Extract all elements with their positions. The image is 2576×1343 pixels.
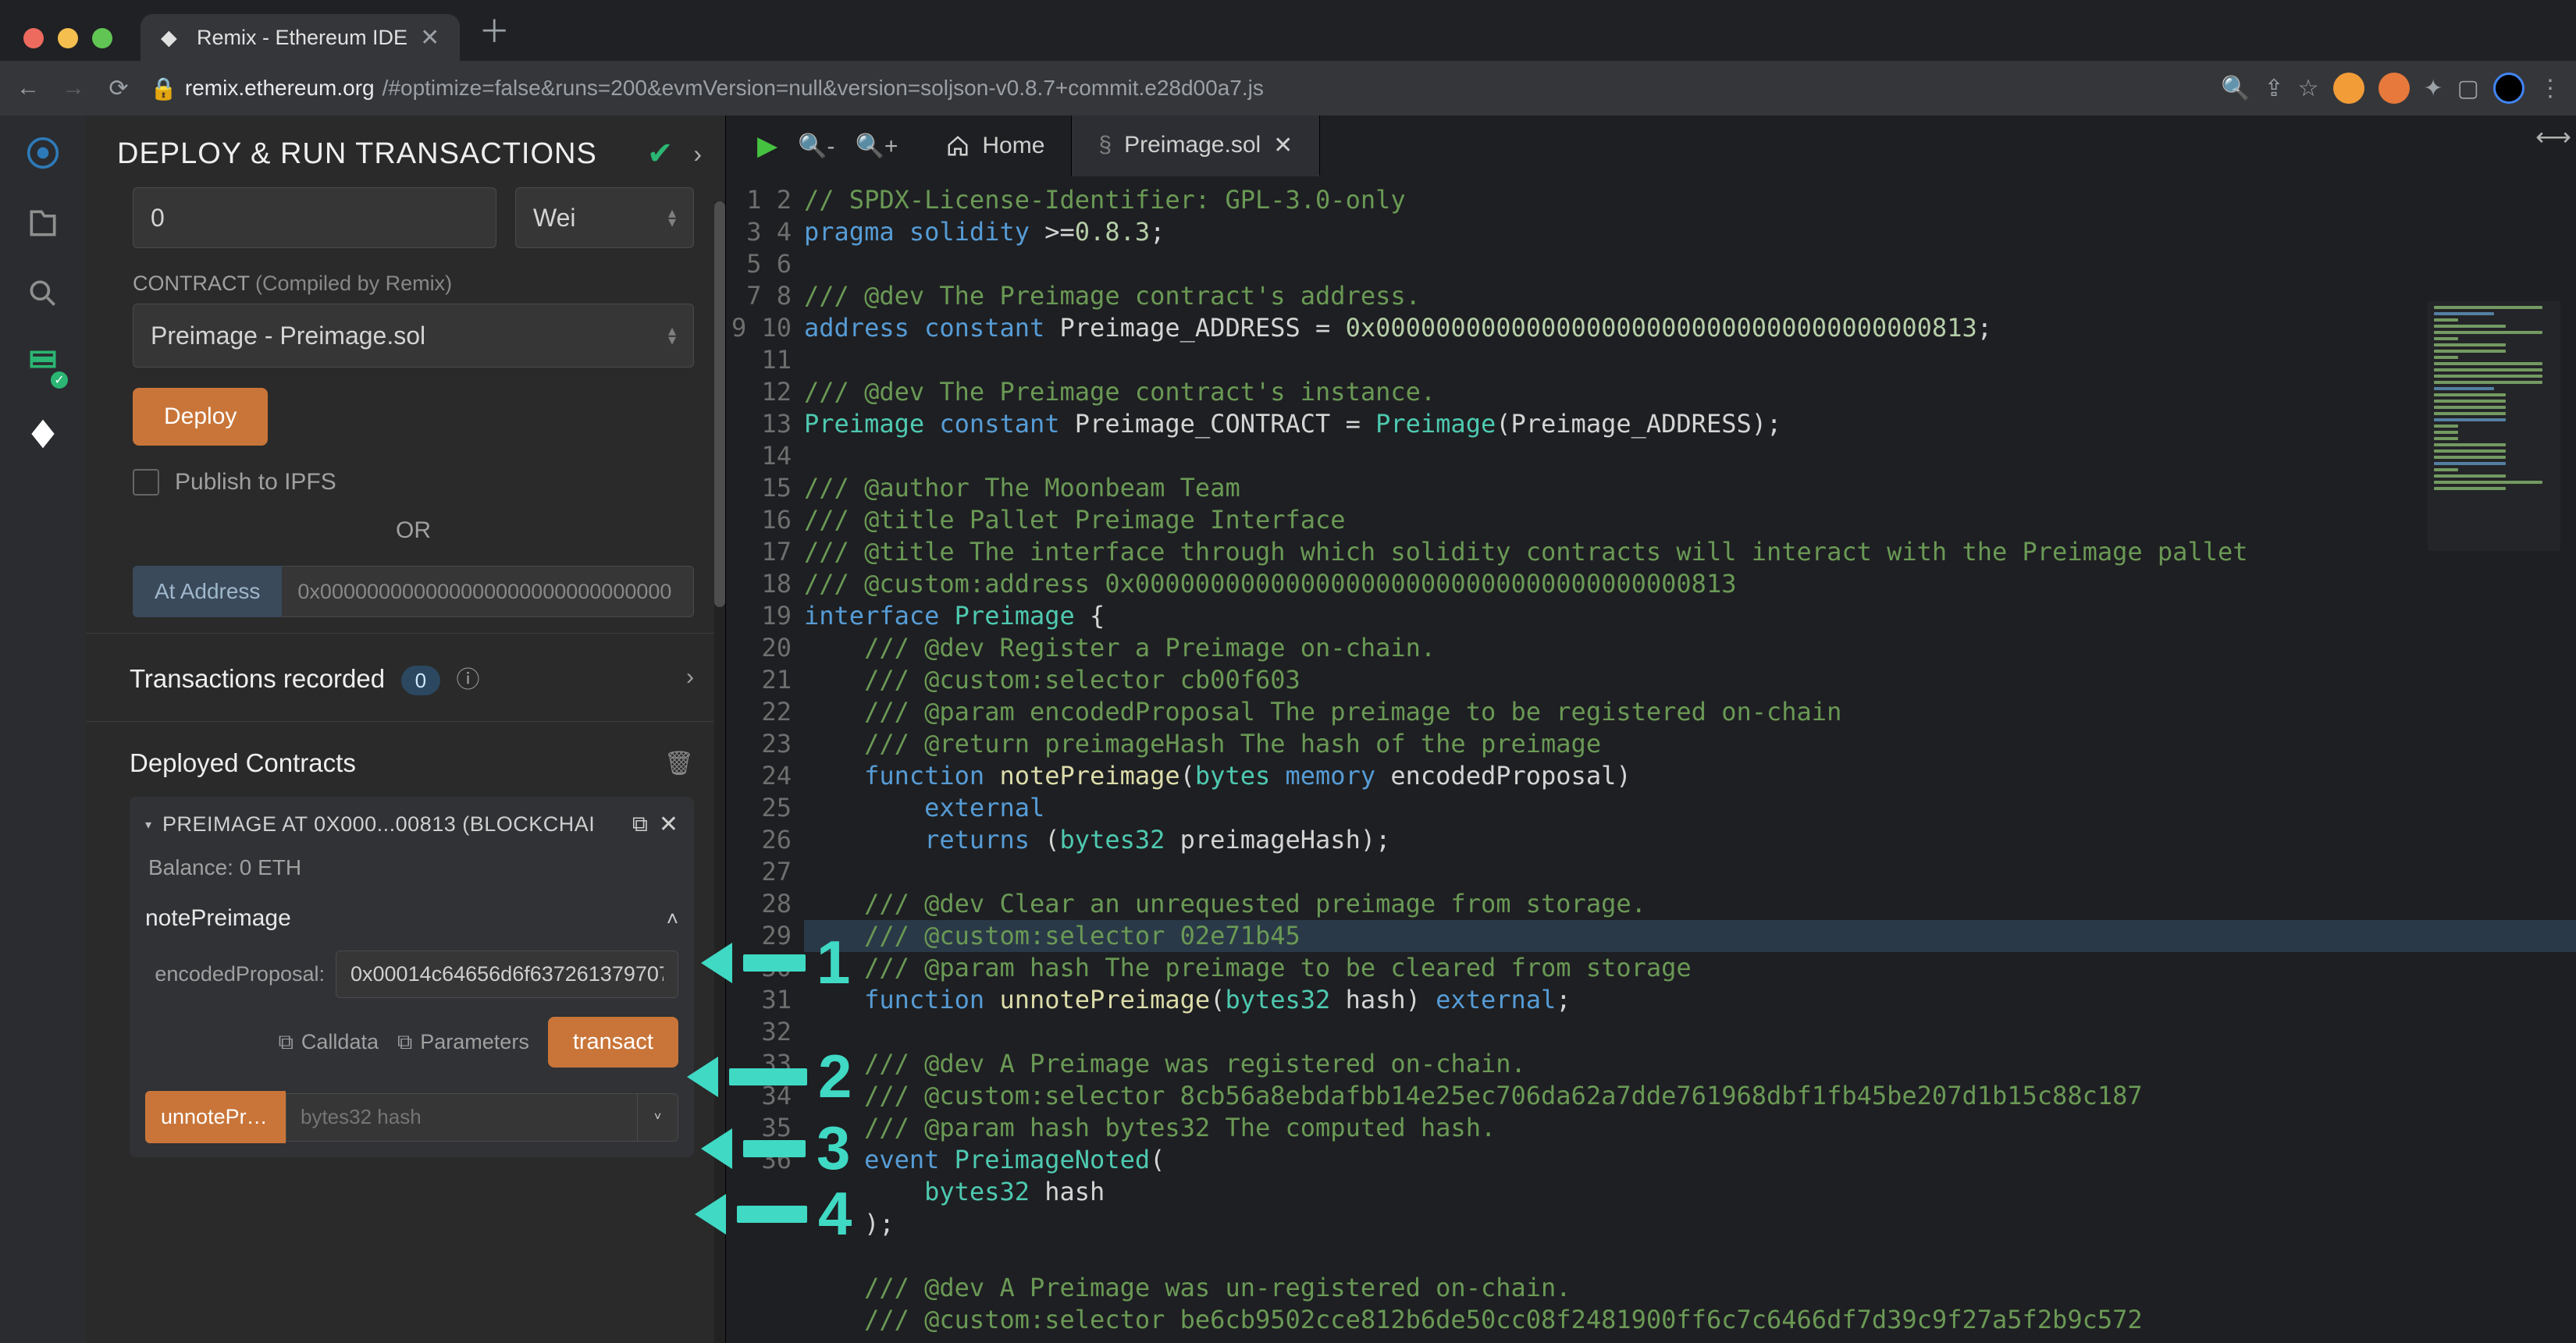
- minimize-window-icon[interactable]: [58, 28, 78, 48]
- maximize-window-icon[interactable]: [92, 28, 112, 48]
- contract-name: PREIMAGE AT 0X000...00813 (BLOCKCHAI: [162, 812, 621, 837]
- tx-count-badge: 0: [401, 666, 440, 695]
- zoom-icon[interactable]: 🔍: [2221, 75, 2250, 102]
- trash-icon[interactable]: 🗑: [664, 750, 694, 777]
- copy-icon[interactable]: ⧉: [632, 812, 648, 837]
- chevron-down-icon[interactable]: ▾: [145, 817, 151, 833]
- window-controls: [8, 28, 128, 61]
- annotation-3: 3: [701, 1113, 850, 1184]
- balance-label: Balance: 0 ETH: [145, 838, 678, 885]
- contract-selected: Preimage - Preimage.sol: [151, 322, 425, 350]
- param-input[interactable]: [336, 950, 678, 998]
- tab-file-label: Preimage.sol: [1124, 132, 1261, 158]
- play-icon[interactable]: ▶: [757, 130, 777, 162]
- transactions-section: Transactions recorded 0 ⓘ ›: [86, 633, 725, 721]
- remix-logo-icon[interactable]: [20, 130, 66, 176]
- publish-label: Publish to IPFS: [175, 469, 336, 496]
- browser-tab-strip: ◆ Remix - Ethereum IDE ✕ ＋: [0, 0, 2576, 61]
- tab-home[interactable]: Home: [920, 115, 1072, 176]
- check-icon: ✔: [647, 136, 674, 172]
- unnote-button[interactable]: unnotePrei...: [145, 1091, 286, 1143]
- zoom-in-icon[interactable]: 🔍+: [856, 133, 898, 160]
- tab-title: Remix - Ethereum IDE: [197, 26, 407, 50]
- url-host: remix.ethereum.org: [185, 76, 375, 101]
- code-area[interactable]: // SPDX-License-Identifier: GPL-3.0-only…: [804, 176, 2576, 1343]
- file-explorer-icon[interactable]: [20, 200, 66, 247]
- unnote-input[interactable]: [286, 1093, 638, 1142]
- deployed-label: Deployed Contracts: [130, 748, 356, 778]
- caret-icon: ▴▾: [668, 208, 676, 227]
- forward-button: →: [59, 75, 87, 101]
- activity-bar: ✓: [0, 115, 86, 1343]
- profile-icon[interactable]: [2493, 73, 2524, 104]
- or-divider: OR: [133, 517, 694, 544]
- annotation-4: 4: [695, 1178, 852, 1249]
- solidity-icon: §: [1098, 132, 1112, 158]
- chevron-down-icon[interactable]: ˅: [638, 1093, 678, 1142]
- at-address-button[interactable]: At Address: [133, 566, 282, 617]
- editor-toolbar: ▶ 🔍- 🔍+: [735, 115, 920, 176]
- compiler-icon[interactable]: ✓: [20, 340, 66, 387]
- ext1-icon[interactable]: [2333, 73, 2364, 104]
- share-icon[interactable]: ⇪: [2264, 75, 2283, 102]
- minimap[interactable]: [2428, 301, 2560, 551]
- caret-icon: ▴▾: [668, 326, 676, 345]
- back-button[interactable]: ←: [14, 75, 42, 101]
- info-icon[interactable]: ⓘ: [456, 667, 479, 693]
- deploy-icon[interactable]: [20, 410, 66, 457]
- value-input[interactable]: [133, 187, 496, 248]
- panel-title: DEPLOY & RUN TRANSACTIONS: [117, 137, 597, 171]
- unit-label: Wei: [533, 204, 576, 233]
- extensions-icon[interactable]: ✦: [2424, 75, 2443, 102]
- sidepanel-icon[interactable]: ▢: [2457, 75, 2479, 102]
- tab-file[interactable]: § Preimage.sol ✕: [1072, 115, 1320, 176]
- lock-icon: 🔒: [150, 76, 177, 101]
- close-tab-icon[interactable]: ✕: [420, 24, 439, 52]
- contract-select[interactable]: Preimage - Preimage.sol ▴▾: [133, 304, 694, 368]
- editor-pane: ▶ 🔍- 🔍+ Home § Preimage.sol ✕ 1 2 3 4 5 …: [726, 115, 2576, 1343]
- calldata-button[interactable]: ⧉Calldata: [279, 1030, 379, 1055]
- new-tab-button[interactable]: ＋: [460, 6, 528, 61]
- param-label: encodedProposal:: [145, 962, 325, 986]
- browser-toolbar: ← → ⟳ 🔒 remix.ethereum.org /#optimize=fal…: [0, 61, 2576, 115]
- editor-tabbar: ▶ 🔍- 🔍+ Home § Preimage.sol ✕: [726, 115, 2576, 176]
- tab-home-label: Home: [982, 133, 1044, 159]
- deploy-panel: DEPLOY & RUN TRANSACTIONS ✔ › Wei ▴▾ CON…: [86, 115, 726, 1343]
- copy-icon: ⧉: [279, 1030, 294, 1055]
- search-icon[interactable]: [20, 270, 66, 317]
- url-path: /#optimize=false&runs=200&evmVersion=nul…: [382, 76, 1264, 101]
- chevron-right-icon[interactable]: ›: [686, 664, 694, 691]
- contract-label: CONTRACT: [133, 272, 250, 295]
- address-bar[interactable]: 🔒 remix.ethereum.org /#optimize=false&run…: [150, 76, 2204, 101]
- annotation-1: 1: [701, 927, 850, 998]
- zoom-out-icon[interactable]: 🔍-: [798, 133, 834, 160]
- panel-expand-icon[interactable]: ›: [693, 140, 702, 169]
- browser-actions: 🔍 ⇪ ☆ ✦ ▢ ⋮: [2221, 73, 2562, 104]
- browser-tab[interactable]: ◆ Remix - Ethereum IDE ✕: [141, 14, 460, 61]
- at-address-input[interactable]: [282, 566, 694, 617]
- contract-card: ▾ PREIMAGE AT 0X000...00813 (BLOCKCHAI ⧉…: [130, 797, 694, 1157]
- tab-favicon-icon: ◆: [161, 26, 184, 49]
- bookmark-icon[interactable]: ☆: [2298, 75, 2319, 102]
- metamask-icon[interactable]: [2379, 73, 2410, 104]
- deploy-button[interactable]: Deploy: [133, 388, 268, 446]
- close-tab-icon[interactable]: ✕: [1273, 132, 1293, 159]
- close-icon[interactable]: ✕: [659, 811, 678, 838]
- chevron-up-icon[interactable]: ˄: [667, 907, 678, 931]
- tx-recorded-label: Transactions recorded: [130, 664, 385, 693]
- function-name: notePreimage: [145, 905, 291, 932]
- scrollbar-thumb[interactable]: [714, 201, 725, 607]
- transact-button[interactable]: transact: [548, 1017, 678, 1068]
- expand-icon[interactable]: ⟷: [2535, 122, 2571, 151]
- reload-button[interactable]: ⟳: [105, 75, 133, 102]
- unit-select[interactable]: Wei ▴▾: [515, 187, 694, 248]
- contract-hint: (Compiled by Remix): [255, 272, 452, 295]
- menu-icon[interactable]: ⋮: [2539, 75, 2562, 102]
- deployed-section: Deployed Contracts 🗑 ▾ PREIMAGE AT 0X000…: [86, 721, 725, 1343]
- publish-checkbox[interactable]: [133, 469, 159, 496]
- parameters-button[interactable]: ⧉Parameters: [397, 1030, 529, 1055]
- close-window-icon[interactable]: [23, 28, 44, 48]
- copy-icon: ⧉: [397, 1030, 412, 1055]
- annotation-2: 2: [687, 1041, 852, 1112]
